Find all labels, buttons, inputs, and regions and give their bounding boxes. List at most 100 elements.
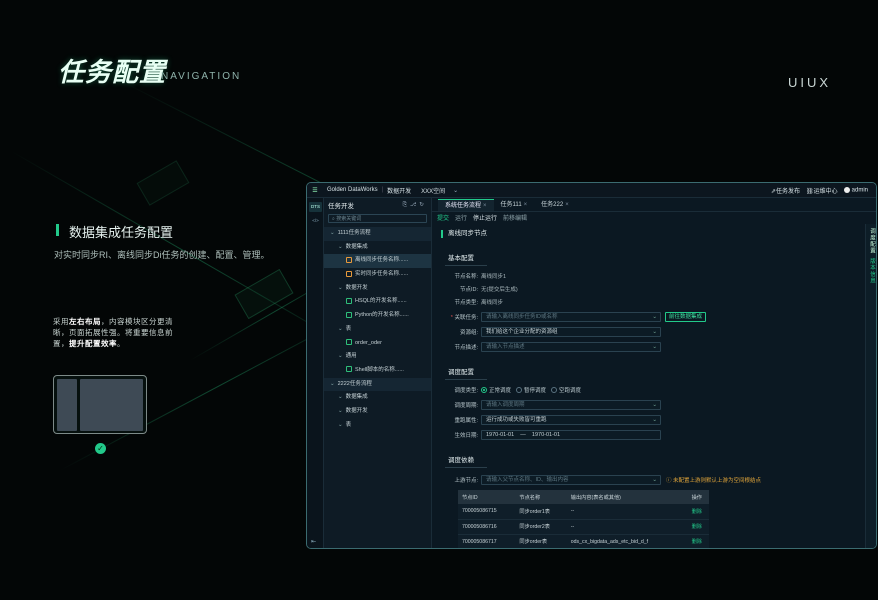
- tree-root-item[interactable]: ⌄ 2222任务流程: [324, 377, 431, 392]
- avatar: [843, 186, 850, 193]
- effective-date-range[interactable]: 1970-01-01 — 1970-01-01: [481, 429, 661, 440]
- bg-glow-shape: [136, 160, 190, 206]
- table-row: 700005086717 同步order表 ods_cx_bigdata_ads…: [458, 534, 709, 548]
- form-row: 资源组: 我们给这个企业分配的资源组 ⌄: [438, 326, 862, 337]
- tree-item-label: 数据开发: [345, 407, 368, 414]
- tree-file-item[interactable]: 实时同步任务名称......: [324, 268, 431, 282]
- tree-folder-item[interactable]: ⌄ 数据开发: [324, 282, 431, 296]
- chevron-down-icon[interactable]: ⌄: [338, 326, 343, 332]
- warning-hint: ⓘ 未配置上游则默认上游为空间根结点: [666, 476, 761, 484]
- radio-label: 暂停调度: [524, 387, 547, 394]
- chevron-down-icon: ⌄: [652, 476, 657, 483]
- close-icon[interactable]: ×: [483, 203, 487, 209]
- submit-button[interactable]: 提交: [437, 213, 449, 222]
- section-title: 数据集成任务配置: [69, 225, 174, 240]
- tree-root-item[interactable]: ⌄ 1111任务流程: [324, 227, 431, 241]
- file-icon: [346, 256, 352, 263]
- rail-item-code[interactable]: </>: [309, 216, 322, 226]
- menu-icon[interactable]: ☰: [307, 187, 323, 194]
- cell-node-id: 700005086716: [458, 519, 516, 535]
- chevron-down-icon[interactable]: ⌄: [338, 422, 343, 428]
- tab-schedule-config[interactable]: 调度配置: [868, 228, 876, 254]
- date-start: 1970-01-01: [486, 431, 515, 438]
- link-icon: ⛓: [806, 188, 814, 195]
- tree-folder-item[interactable]: ⌄ 数据开发: [324, 405, 431, 419]
- chevron-down-icon[interactable]: ⌄: [453, 187, 458, 194]
- ops-center-link[interactable]: ⛓运维中心: [806, 186, 838, 195]
- sidebar-actions-icons[interactable]: ⎘⎇↻: [403, 202, 427, 209]
- placeholder: 请输入调度周期: [486, 401, 525, 408]
- radio-pause-schedule[interactable]: 暂停调度: [516, 386, 546, 394]
- delete-link[interactable]: 删除: [687, 504, 709, 520]
- tab-task111[interactable]: 任务111 ×: [494, 199, 535, 211]
- tree-file-item[interactable]: 离线同步任务名称......: [324, 254, 431, 269]
- field-label: 调度类型:: [454, 387, 478, 394]
- rail-item-dts[interactable]: DTS: [309, 202, 322, 212]
- field-label: 生效日期:: [454, 432, 478, 439]
- upstream-node-select[interactable]: 请输入父节点名称、ID、输出内容 ⌄: [481, 474, 661, 485]
- chevron-down-icon[interactable]: ⌄: [338, 353, 343, 359]
- tree-folder-item[interactable]: ⌄ 数据集成: [324, 391, 431, 405]
- cell-node-id: 700005086715: [458, 504, 516, 520]
- nav-label: NAVIGATION: [161, 71, 242, 82]
- run-button[interactable]: 运行: [455, 213, 467, 222]
- note-bold: 提升配置效率: [69, 339, 117, 348]
- delete-link[interactable]: 删除: [687, 519, 709, 535]
- node-description-input[interactable]: 请输入节点描述 ⌄: [481, 341, 661, 352]
- radio-dry-run-schedule[interactable]: 空跑调度: [551, 386, 581, 394]
- tab-label: 系统任务流程: [445, 203, 482, 209]
- tree-item-label: 通用: [345, 353, 357, 360]
- page-title: 任务配置: [58, 57, 167, 87]
- radio-normal-schedule[interactable]: 正常调度: [481, 386, 511, 394]
- chevron-down-icon[interactable]: ⌄: [338, 285, 343, 291]
- close-icon[interactable]: ×: [524, 202, 528, 208]
- chevron-down-icon[interactable]: ⌄: [338, 408, 343, 414]
- chevron-down-icon[interactable]: ⌄: [338, 394, 343, 400]
- thumbnail-right-panel: [80, 379, 143, 431]
- tab-system-flow[interactable]: 系统任务流程 ×: [438, 199, 494, 211]
- form-row: 调度周期: 请输入调度周期 ⌄: [438, 399, 862, 410]
- chevron-down-icon[interactable]: ⌄: [338, 244, 343, 250]
- resource-group-select[interactable]: 我们给这个企业分配的资源组 ⌄: [481, 326, 661, 337]
- tree-file-item[interactable]: order_oder: [324, 337, 431, 351]
- form-row: 节点名称: 离线同步1: [438, 270, 862, 281]
- chevron-down-icon[interactable]: ⌄: [330, 230, 335, 236]
- node-id-value: 无(提交后生成): [481, 286, 518, 293]
- field-label: 调度周期:: [454, 402, 478, 409]
- rerun-select[interactable]: 运行成功或失败皆可重跑 ⌄: [481, 414, 661, 425]
- tree-file-item[interactable]: Python的开发名称......: [324, 309, 431, 323]
- close-icon[interactable]: ×: [565, 202, 569, 208]
- go-data-integration-button[interactable]: 前往数据集成: [665, 311, 707, 322]
- tree-folder-item[interactable]: ⌄ 通用: [324, 350, 431, 364]
- user-menu[interactable]: admin: [843, 186, 868, 193]
- tree-folder-item[interactable]: ⌄ 表: [324, 323, 431, 337]
- app-window: ☰ Golden DataWorks | 数据开发 XXX空间 ⌄ ⇗任务发布 …: [306, 182, 877, 549]
- edit-button[interactable]: 前移编辑: [503, 213, 527, 222]
- tree-folder-item[interactable]: ⌄ 表: [324, 419, 431, 433]
- chevron-down-icon[interactable]: ⌄: [330, 381, 335, 387]
- placeholder: 请输入节点描述: [486, 343, 525, 350]
- config-form: 离线同步节点 基本配置 节点名称: 离线同步1 节点ID: 无(提交后生成) 节点类…: [438, 225, 862, 548]
- tab-task222[interactable]: 任务222 ×: [534, 199, 576, 211]
- stop-run-button[interactable]: 停止运行: [473, 213, 497, 222]
- chevron-down-icon: ⌄: [652, 343, 657, 350]
- module-name[interactable]: 数据开发: [387, 186, 411, 195]
- layout-note: 采用左右布局，内容模块区分更清晰，页面拓展性强。将重要信息前置，提升配置效率。: [53, 316, 183, 349]
- file-icon: [346, 339, 352, 346]
- space-select[interactable]: XXX空间: [421, 186, 445, 195]
- search-input[interactable]: ⌕ 搜索关键词: [328, 214, 427, 223]
- tab-version-info[interactable]: 版本信息: [868, 258, 876, 284]
- radio-icon: [516, 386, 523, 393]
- publish-link[interactable]: ⇗任务发布: [771, 186, 800, 195]
- tree-item-label: 表: [345, 421, 352, 428]
- linked-task-select[interactable]: 请输入离线同步任务ID或名称 ⌄: [481, 311, 661, 322]
- layout-thumbnail: [53, 375, 147, 434]
- collapse-icon[interactable]: ⇤: [311, 538, 316, 545]
- tree-file-item[interactable]: HSQL的开发名称......: [324, 295, 431, 309]
- tab-label: 任务222: [541, 202, 564, 208]
- warning-icon: ⓘ: [666, 477, 674, 484]
- delete-link[interactable]: 删除: [687, 534, 709, 548]
- tree-folder-item[interactable]: ⌄ 数据集成: [324, 241, 431, 255]
- tree-file-item[interactable]: Shell脚本的名称......: [324, 364, 431, 378]
- schedule-period-select[interactable]: 请输入调度周期 ⌄: [481, 399, 661, 410]
